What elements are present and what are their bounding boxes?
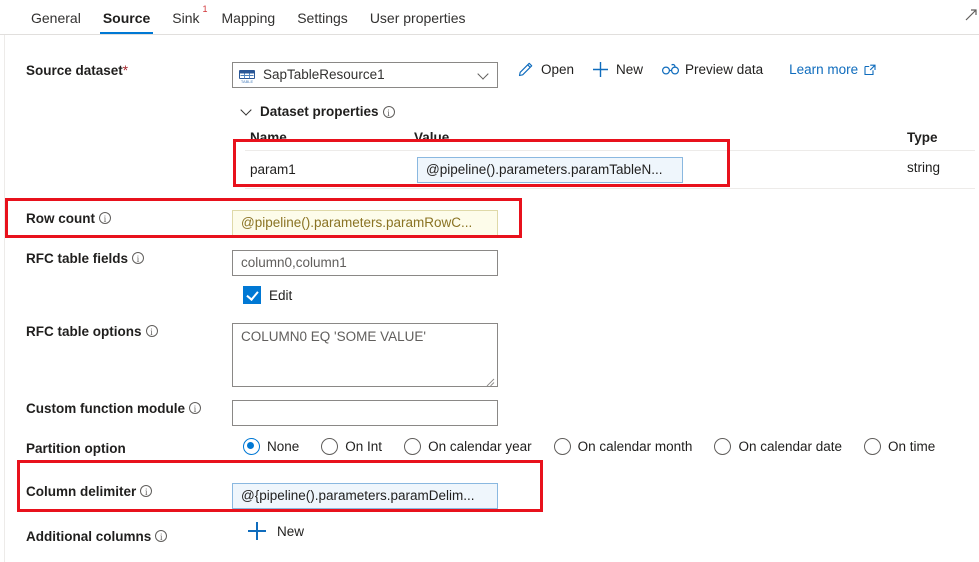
info-icon[interactable]: i <box>99 212 111 224</box>
additional-columns-label: Additional columns i <box>5 528 220 546</box>
glasses-icon <box>661 61 680 78</box>
dataset-properties-title: Dataset properties <box>260 104 379 119</box>
radio-icon <box>864 438 882 455</box>
partition-option-on-calendar-month[interactable]: On calendar month <box>553 438 692 455</box>
custom-function-module-control <box>232 400 498 426</box>
preview-data-label: Preview data <box>685 62 764 77</box>
radio-selected-icon <box>243 438 260 455</box>
open-dataset-button[interactable]: Open <box>517 61 574 78</box>
additional-columns-row: Additional columns i <box>5 528 979 546</box>
rfc-table-options-value: COLUMN0 EQ 'SOME VALUE' <box>241 329 426 344</box>
partition-option-on-calendar-date[interactable]: On calendar date <box>714 438 842 455</box>
add-additional-column-button[interactable]: New <box>248 522 304 540</box>
tab-mapping[interactable]: Mapping <box>211 10 287 34</box>
rfc-table-options-label: RFC table options i <box>5 323 220 341</box>
new-label: New <box>616 62 644 77</box>
tab-label: General <box>31 10 81 26</box>
chevron-down-icon <box>241 106 253 118</box>
property-type-cell: string <box>907 160 941 175</box>
column-delimiter-label: Column delimiter i <box>5 483 220 501</box>
rfc-table-options-control: COLUMN0 EQ 'SOME VALUE' <box>232 323 498 387</box>
source-dataset-label: Source dataset* <box>26 63 129 78</box>
tab-strip: General Source Sink 1 Mapping Settings Us… <box>0 0 979 35</box>
tab-general[interactable]: General <box>20 10 92 34</box>
info-icon[interactable]: i <box>145 325 158 337</box>
source-dataset-dropdown[interactable]: TABLE SapTableResource1 <box>232 62 498 88</box>
column-header-value: Value <box>414 130 450 145</box>
source-dataset-control: TABLE SapTableResource1 <box>232 62 498 88</box>
property-value-input[interactable]: @pipeline().parameters.paramTableN... <box>417 157 683 183</box>
tab-user-properties[interactable]: User properties <box>359 10 477 34</box>
expand-panel-icon[interactable] <box>964 8 978 22</box>
new-dataset-button[interactable]: New <box>592 61 643 78</box>
tab-sink[interactable]: Sink 1 <box>161 5 210 34</box>
resize-grip-icon[interactable] <box>486 375 495 386</box>
tab-settings[interactable]: Settings <box>286 10 359 34</box>
tab-label: Source <box>102 10 151 26</box>
table-row-divider <box>245 188 975 189</box>
plus-icon <box>248 522 266 540</box>
partition-option-on-calendar-year[interactable]: On calendar year <box>404 438 532 455</box>
partition-option-on-time[interactable]: On time <box>864 438 935 455</box>
info-icon[interactable]: i <box>189 402 201 414</box>
checkbox-checked-icon <box>243 286 261 304</box>
plus-icon <box>592 61 609 78</box>
rfc-table-fields-label: RFC table fields i <box>5 250 220 268</box>
required-asterisk: * <box>122 63 129 78</box>
row-count-input[interactable]: @pipeline().parameters.paramRowC... <box>232 210 498 236</box>
tab-label: Settings <box>297 10 348 26</box>
source-dataset-value: SapTableResource1 <box>263 67 385 82</box>
tab-label: User properties <box>369 10 466 26</box>
rfc-table-options-row: RFC table options i COLUMN0 EQ 'SOME VALU… <box>5 323 979 387</box>
chevron-down-icon <box>479 70 489 80</box>
partition-option-none[interactable]: None <box>243 438 299 455</box>
info-icon[interactable]: i <box>155 530 168 542</box>
radio-icon <box>553 438 571 455</box>
preview-data-button[interactable]: Preview data <box>661 61 763 78</box>
row-count-control: @pipeline().parameters.paramRowC... <box>232 210 498 236</box>
edit-checkbox-label: Edit <box>269 287 293 303</box>
info-icon[interactable]: i <box>140 485 153 497</box>
rfc-table-fields-input[interactable]: column0,column1 <box>232 250 498 276</box>
partition-option-radio-group: None On Int On calendar year On calendar… <box>243 438 957 455</box>
tab-label: Mapping <box>221 10 276 26</box>
partition-option-label: Partition option <box>26 441 126 456</box>
custom-function-module-row: Custom function module i <box>5 400 979 426</box>
table-header-divider <box>245 150 975 151</box>
edit-checkbox[interactable]: Edit <box>243 286 292 304</box>
column-delimiter-input[interactable]: @{pipeline().parameters.paramDelim... <box>232 483 498 509</box>
radio-icon <box>714 438 732 455</box>
dataset-properties-toggle[interactable]: Dataset properties i <box>241 104 395 119</box>
open-label: Open <box>541 62 575 77</box>
custom-function-module-input[interactable] <box>232 400 498 426</box>
external-link-icon <box>864 64 876 76</box>
learn-more-link[interactable]: Learn more <box>789 62 876 77</box>
rfc-table-fields-control: column0,column1 <box>232 250 498 276</box>
tab-label: Sink <box>172 10 200 26</box>
column-delimiter-control: @{pipeline().parameters.paramDelim... <box>232 483 498 509</box>
partition-option-on-int[interactable]: On Int <box>321 438 382 455</box>
source-panel: Source dataset* TABLE SapTableResource1 <box>4 35 979 562</box>
pencil-icon <box>517 61 534 78</box>
learn-more-label: Learn more <box>789 62 859 77</box>
radio-icon <box>404 438 422 455</box>
row-count-row: Row count i @pipeline().parameters.paramR… <box>5 210 979 236</box>
add-additional-column-label: New <box>277 523 305 539</box>
sap-table-icon: TABLE <box>239 68 255 84</box>
info-icon[interactable]: i <box>382 105 395 118</box>
svg-text:TABLE: TABLE <box>241 79 254 84</box>
column-header-type: Type <box>907 130 938 145</box>
rfc-table-fields-row: RFC table fields i column0,column1 <box>5 250 979 276</box>
row-count-label: Row count i <box>5 210 220 228</box>
property-name-cell: param1 <box>250 162 296 177</box>
custom-function-module-label: Custom function module i <box>5 400 220 418</box>
dataset-command-bar: Open New Preview data Learn more <box>517 61 876 78</box>
column-delimiter-row: Column delimiter i @{pipeline().parameter… <box>5 483 979 509</box>
radio-icon <box>321 438 339 455</box>
info-icon[interactable]: i <box>132 252 145 264</box>
column-header-name: Name <box>250 130 287 145</box>
sink-error-badge: 1 <box>202 4 208 14</box>
tab-source[interactable]: Source <box>92 10 161 34</box>
rfc-table-options-textarea[interactable]: COLUMN0 EQ 'SOME VALUE' <box>232 323 498 387</box>
